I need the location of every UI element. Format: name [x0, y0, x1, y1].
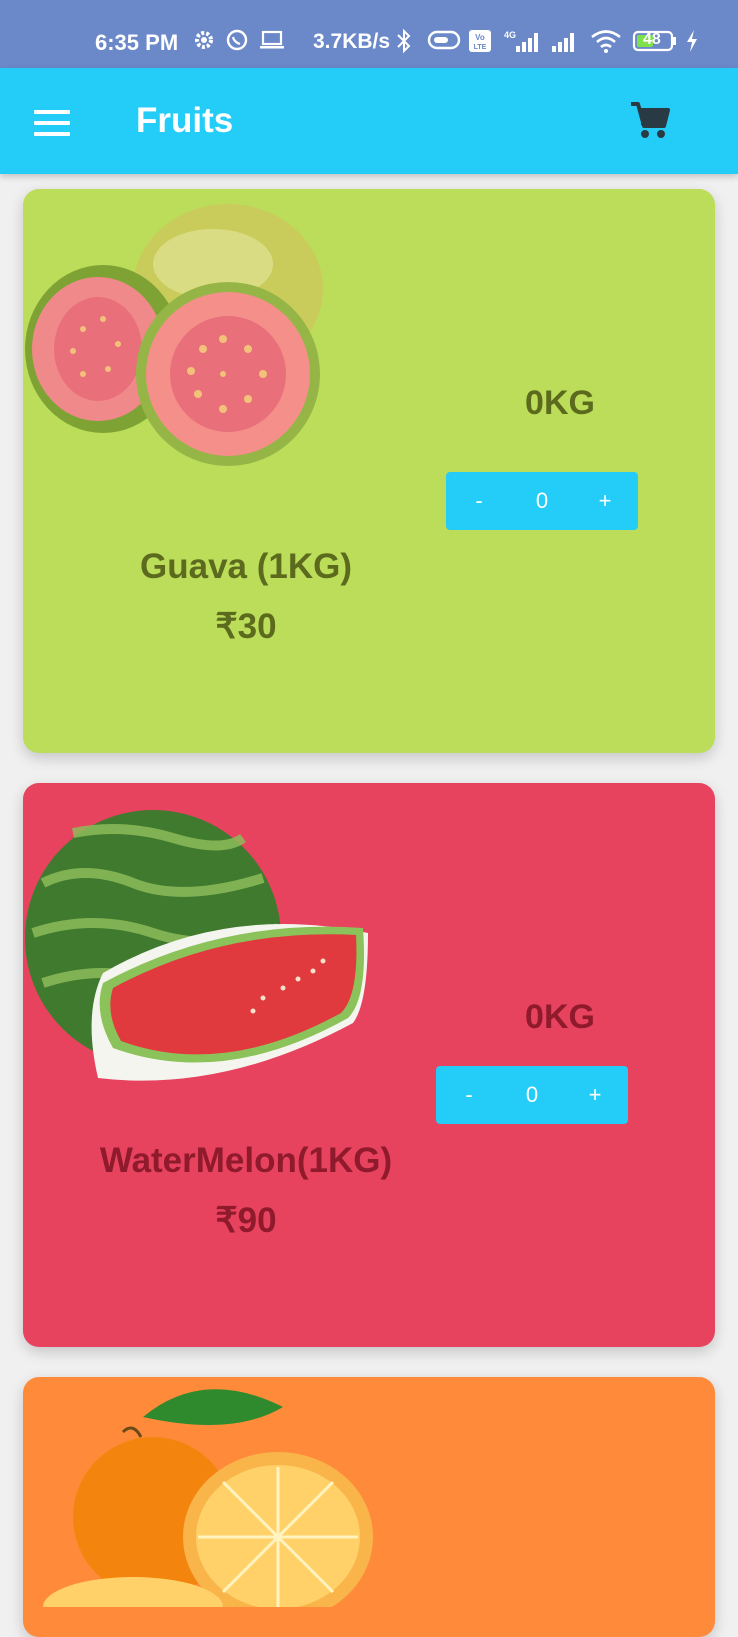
product-card-watermelon: 0KG - 0 + WaterMelon(1KG) ₹90	[23, 783, 715, 1347]
status-bar: 6:35 PM 3.7KB/s Vo LTE 4G 48	[0, 0, 738, 68]
page-title: Fruits	[136, 101, 234, 140]
svg-text:LTE: LTE	[474, 44, 487, 51]
product-price: ₹30	[215, 607, 277, 646]
quantity-stepper: - 0 +	[436, 1066, 628, 1124]
quantity-value: 0	[525, 1082, 539, 1107]
status-time: 6:35 PM	[95, 30, 179, 55]
product-card-guava: 0KG - 0 + Guava (1KG) ₹30	[23, 189, 715, 753]
orange-image	[43, 1389, 373, 1607]
quantity-stepper: - 0 +	[446, 472, 638, 530]
product-card-orange	[23, 1377, 715, 1637]
wifi-icon	[591, 30, 621, 53]
signal-icon	[552, 33, 574, 52]
charging-icon	[687, 30, 697, 52]
menu-button[interactable]	[34, 110, 72, 136]
whatsapp-icon	[226, 29, 248, 51]
battery-level: 48	[643, 31, 661, 48]
product-price: ₹90	[215, 1201, 277, 1240]
network-speed: 3.7KB/s	[313, 30, 391, 53]
weight-label: 0KG	[525, 998, 595, 1036]
watermelon-image	[25, 810, 369, 1081]
signal-4g-icon: 4G	[504, 30, 538, 52]
bluetooth-icon	[397, 28, 411, 54]
product-name: Guava (1KG)	[140, 547, 352, 586]
cart-icon	[631, 102, 670, 138]
svg-text:Vo: Vo	[475, 33, 485, 42]
increment-button[interactable]: +	[580, 472, 630, 530]
product-name: WaterMelon(1KG)	[99, 1141, 393, 1180]
svg-text:4G: 4G	[504, 30, 516, 40]
quantity-value: 0	[535, 488, 549, 513]
cart-button[interactable]	[628, 100, 672, 142]
volte-icon: Vo LTE	[469, 30, 491, 52]
gear-icon	[195, 31, 213, 49]
increment-button[interactable]: +	[570, 1066, 620, 1124]
guava-image	[25, 204, 323, 466]
laptop-icon	[260, 30, 284, 49]
toggle-icon	[427, 30, 461, 50]
weight-label: 0KG	[525, 384, 595, 422]
